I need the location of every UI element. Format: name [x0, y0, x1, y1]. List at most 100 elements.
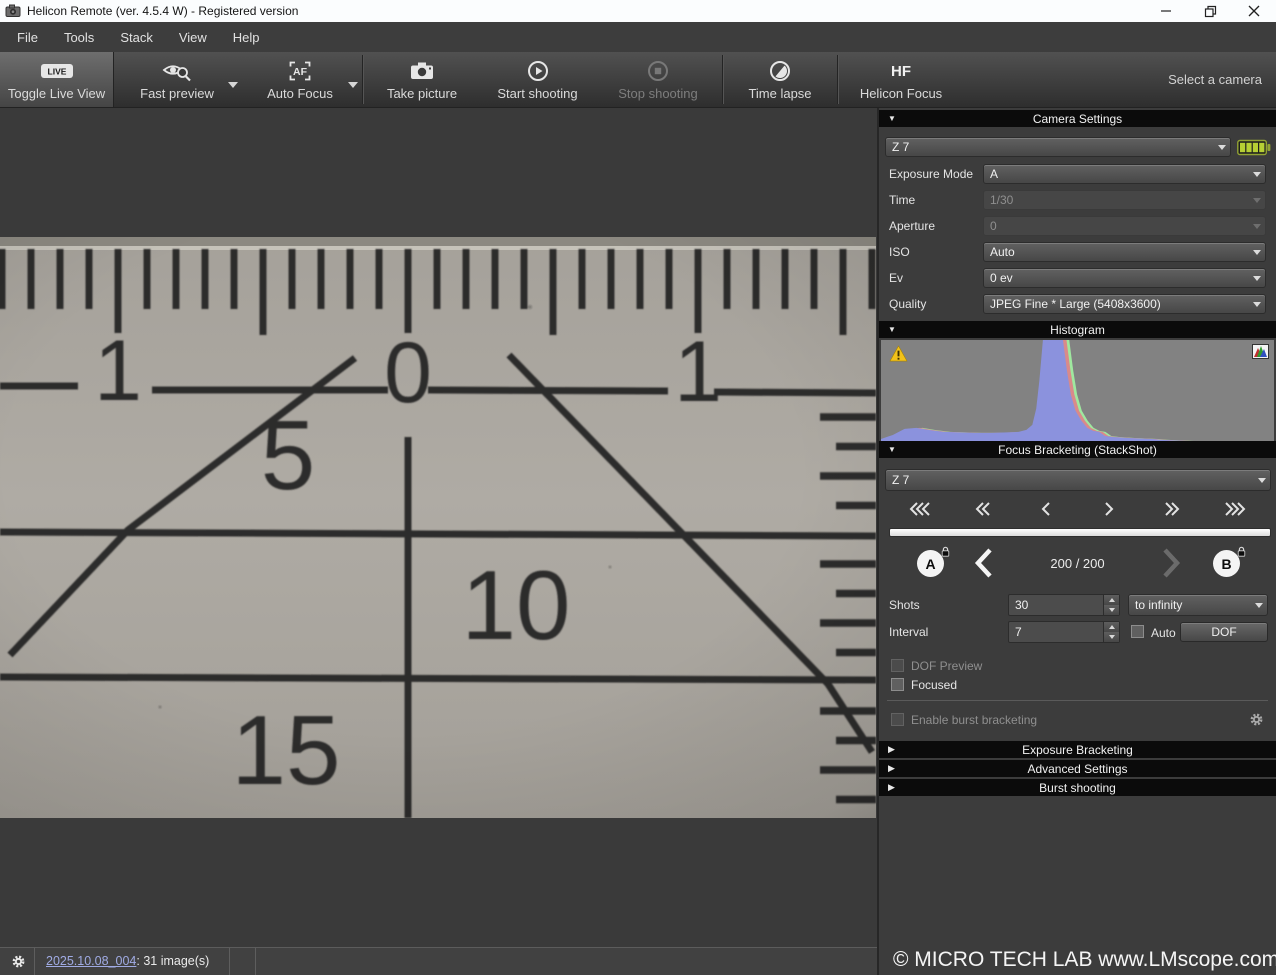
section-title: Exposure Bracketing [1022, 743, 1133, 757]
time-dropdown[interactable]: 1/30 [983, 190, 1266, 210]
spin-up-icon[interactable] [1104, 595, 1119, 605]
histogram-header[interactable]: ▼ Histogram [879, 321, 1276, 338]
move-far-forward-button[interactable] [1218, 497, 1252, 521]
menu-stack[interactable]: Stack [107, 30, 166, 45]
section-title: Focus Bracketing (StackShot) [998, 443, 1157, 457]
interval-row: Interval 7 Auto DOF [879, 621, 1276, 643]
point-b-button[interactable]: B [1213, 550, 1240, 577]
field-label: Exposure Mode [889, 167, 973, 181]
auto-checkbox[interactable] [1131, 625, 1144, 638]
field-label: Quality [889, 297, 926, 311]
collapse-arrow-icon: ▼ [888, 114, 896, 123]
ab-range-row: A 200 / 200 B [879, 544, 1276, 586]
camera-icon [409, 57, 435, 84]
field-label: Ev [889, 271, 903, 285]
collapse-arrow-icon: ▶ [888, 744, 895, 755]
chevron-down-icon [1249, 217, 1265, 235]
menu-tools[interactable]: Tools [51, 30, 107, 45]
toolbar-separator [362, 55, 363, 104]
window-controls [1144, 0, 1276, 22]
take-picture-button[interactable]: Take picture [365, 52, 479, 107]
dof-preview-checkbox[interactable] [891, 659, 904, 672]
menu-file[interactable]: File [4, 30, 51, 45]
session-link[interactable]: 2025.10.08_004 [46, 954, 136, 968]
section-title: Advanced Settings [1027, 762, 1127, 776]
ev-row: Ev 0 ev [879, 268, 1276, 288]
camera-select-dropdown[interactable]: Z 7 [885, 137, 1231, 157]
spin-down-icon[interactable] [1104, 605, 1119, 615]
step-back-button[interactable] [1029, 497, 1063, 521]
live-view-area: 1 0 1 5 10 15 [0, 108, 877, 975]
field-label: Shots [889, 598, 920, 612]
device-name: Z 7 [886, 473, 1254, 487]
stackshot-device-dropdown[interactable]: Z 7 [885, 469, 1271, 491]
chevron-down-icon [1251, 595, 1267, 615]
start-shooting-button[interactable]: Start shooting [479, 52, 596, 107]
divider [887, 700, 1268, 701]
histogram-mode-icon[interactable] [1252, 344, 1269, 364]
focus-bracketing-header[interactable]: ▼ Focus Bracketing (StackShot) [879, 441, 1276, 458]
ev-dropdown[interactable]: 0 ev [983, 268, 1266, 288]
enable-burst-checkbox[interactable] [891, 713, 904, 726]
move-back-button[interactable] [966, 497, 1000, 521]
move-forward-button[interactable] [1155, 497, 1189, 521]
session-info: 2025.10.08_004: 31 image(s) [46, 954, 209, 968]
exposure-mode-dropdown[interactable]: A [983, 164, 1266, 184]
live-view-image[interactable]: 1 0 1 5 10 15 [0, 237, 876, 818]
auto-focus-button[interactable]: AF Auto Focus [240, 52, 360, 107]
shots-spinner[interactable]: 30 [1008, 594, 1120, 616]
stop-circle-icon [647, 57, 669, 84]
chevron-down-icon [1254, 470, 1270, 490]
fast-preview-button[interactable]: Fast preview [114, 52, 240, 107]
toolbar-label: Fast preview [140, 86, 214, 101]
histogram-plot [881, 340, 1274, 443]
hf-logo-icon: HF [887, 57, 915, 84]
menu-view[interactable]: View [166, 30, 220, 45]
chevron-down-icon [1249, 191, 1265, 209]
burst-shooting-header[interactable]: ▶ Burst shooting [879, 779, 1276, 796]
eye-magnifier-icon [162, 57, 192, 84]
move-far-back-button[interactable] [903, 497, 937, 521]
camera-settings-header[interactable]: ▼ Camera Settings [879, 110, 1276, 127]
restore-button[interactable] [1188, 0, 1232, 22]
battery-indicator-icon [1237, 139, 1271, 161]
minimize-button[interactable] [1144, 0, 1188, 22]
shots-mode-dropdown[interactable]: to infinity [1128, 594, 1268, 616]
spin-up-icon[interactable] [1104, 622, 1119, 632]
spin-down-icon[interactable] [1104, 632, 1119, 642]
stackshot-position-slider[interactable] [889, 528, 1271, 537]
step-forward-button[interactable] [1092, 497, 1126, 521]
exposure-bracketing-header[interactable]: ▶ Exposure Bracketing [879, 741, 1276, 758]
quality-dropdown[interactable]: JPEG Fine * Large (5408x3600) [983, 294, 1266, 314]
toolbar-separator [722, 55, 723, 104]
chevron-down-icon[interactable] [348, 82, 358, 88]
field-label: Interval [889, 625, 928, 639]
focused-checkbox[interactable] [891, 678, 904, 691]
interval-spinner[interactable]: 7 [1008, 621, 1120, 643]
iso-dropdown[interactable]: Auto [983, 242, 1266, 262]
close-button[interactable] [1232, 0, 1276, 22]
image-count: : 31 image(s) [136, 954, 209, 968]
select-camera-label: Select a camera [1168, 72, 1262, 87]
dof-button[interactable]: DOF [1180, 622, 1268, 642]
warning-icon [889, 345, 908, 367]
stop-shooting-button[interactable]: Stop shooting [596, 52, 720, 107]
time-lapse-button[interactable]: Time lapse [725, 52, 835, 107]
helicon-focus-button[interactable]: HF Helicon Focus [840, 52, 962, 107]
app-camera-icon [5, 3, 21, 19]
next-frame-button[interactable] [1160, 546, 1182, 585]
toolbar-spacer [962, 52, 1168, 107]
statusbar-separator [255, 948, 256, 975]
burst-settings-gear-icon[interactable] [1249, 712, 1264, 732]
chevron-down-icon [1249, 295, 1265, 313]
toggle-live-view-button[interactable]: LIVE Toggle Live View [0, 52, 114, 107]
menu-help[interactable]: Help [220, 30, 273, 45]
main-toolbar: LIVE Toggle Live View Fast preview [0, 52, 1276, 108]
chevron-down-icon[interactable] [228, 82, 238, 88]
field-label: Aperture [889, 219, 935, 233]
toolbar-label: Auto Focus [267, 86, 333, 101]
advanced-settings-header[interactable]: ▶ Advanced Settings [879, 760, 1276, 777]
settings-gear-icon[interactable] [11, 954, 26, 974]
interval-value: 7 [1009, 622, 1103, 642]
aperture-dropdown[interactable]: 0 [983, 216, 1266, 236]
